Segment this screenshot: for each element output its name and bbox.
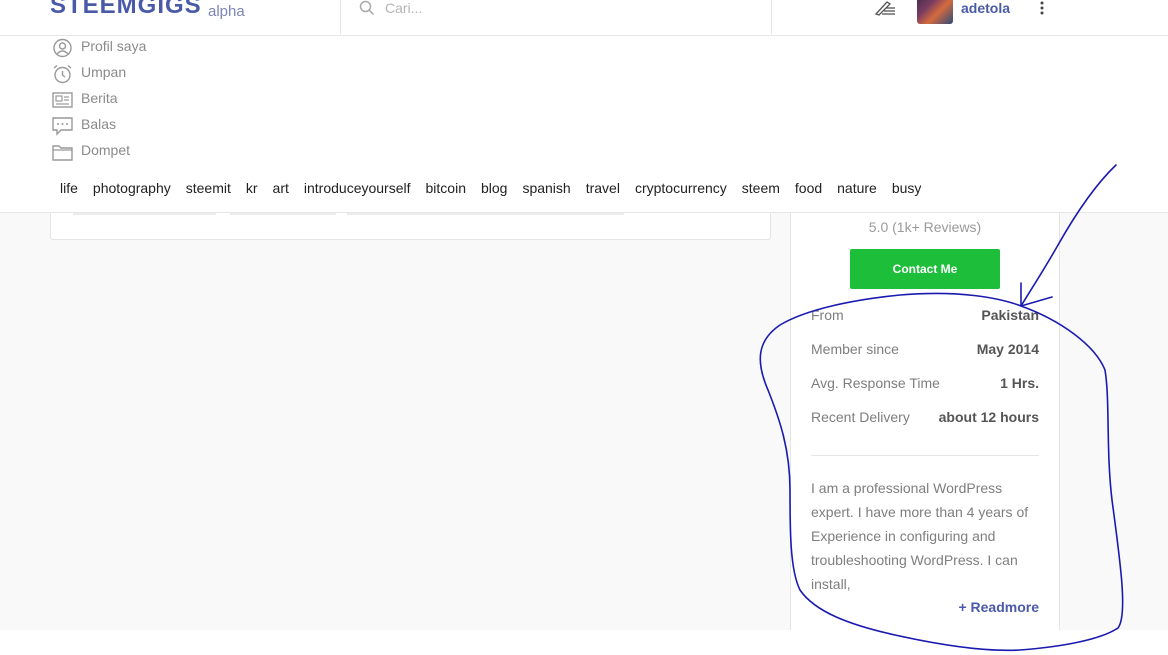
search-box	[340, 0, 772, 34]
tag-link[interactable]: blog	[481, 180, 507, 196]
response-time-value: 1 Hrs.	[1000, 375, 1039, 391]
from-label: From	[811, 307, 844, 323]
menu-label-wallet: Dompet	[81, 142, 131, 158]
seller-description: I am a professional WordPress expert. I …	[811, 480, 1029, 592]
menu-item-profile[interactable]: Profil saya	[52, 37, 212, 59]
tag-link[interactable]: art	[273, 180, 289, 196]
menu-label-feed: Umpan	[81, 64, 127, 80]
info-row-from: From Pakistan	[811, 307, 1039, 327]
menu-item-news[interactable]: Berita	[52, 89, 212, 111]
tag-link[interactable]: steemit	[186, 180, 231, 196]
profile-divider	[811, 455, 1039, 456]
avatar[interactable]	[917, 0, 953, 24]
tag-link[interactable]: cryptocurrency	[635, 180, 727, 196]
tag-link[interactable]: travel	[586, 180, 620, 196]
reply-icon	[52, 117, 73, 136]
search-input[interactable]	[383, 0, 747, 19]
contact-me-button[interactable]: Contact Me	[850, 249, 1000, 289]
username-link[interactable]: adetola	[961, 0, 1010, 16]
seller-profile-card: 5.0 (1k+ Reviews) Contact Me From Pakist…	[790, 213, 1060, 630]
readmore-link[interactable]: + Readmore	[958, 599, 1039, 615]
menu-label-replies: Balas	[81, 116, 117, 132]
recent-delivery-label: Recent Delivery	[811, 409, 910, 425]
response-time-label: Avg. Response Time	[811, 375, 940, 391]
tag-link[interactable]: food	[795, 180, 822, 196]
page-bottom	[0, 630, 1168, 655]
tag-link[interactable]: life	[60, 180, 78, 196]
info-row-member-since: Member since May 2014	[811, 341, 1039, 361]
news-icon	[52, 92, 73, 108]
tag-link[interactable]: introduceyourself	[304, 180, 411, 196]
menu-item-wallet[interactable]: Dompet	[52, 141, 212, 163]
write-post-icon[interactable]	[873, 0, 897, 16]
wallet-icon	[52, 145, 73, 161]
rating-summary: 5.0 (1k+ Reviews)	[868, 219, 982, 235]
search-icon	[359, 0, 375, 16]
tag-link[interactable]: kr	[246, 180, 258, 196]
top-header: STEEMGIGS alpha adetola	[0, 0, 1168, 36]
tag-link[interactable]: bitcoin	[426, 180, 466, 196]
profile-icon	[53, 38, 72, 58]
menu-item-replies[interactable]: Balas	[52, 115, 212, 137]
gig-content-card	[50, 213, 771, 240]
menu-label-news: Berita	[81, 90, 118, 106]
card-chip	[230, 213, 336, 215]
menu-item-feed[interactable]: Umpan	[52, 63, 212, 85]
card-chip	[347, 213, 624, 215]
menu-label-profile: Profil saya	[81, 38, 147, 54]
tag-bar: life photography steemit kr art introduceyour…	[60, 180, 1060, 200]
from-value: Pakistan	[981, 307, 1039, 323]
more-options-icon[interactable]	[1038, 0, 1046, 16]
tag-link[interactable]: nature	[837, 180, 877, 196]
info-row-response-time: Avg. Response Time 1 Hrs.	[811, 375, 1039, 395]
member-since-label: Member since	[811, 341, 899, 357]
clock-icon	[53, 64, 72, 84]
recent-delivery-value: about 12 hours	[938, 409, 1039, 425]
tag-link[interactable]: busy	[892, 180, 922, 196]
info-row-recent-delivery: Recent Delivery about 12 hours	[811, 409, 1039, 429]
logo-alpha-badge: alpha	[208, 3, 245, 20]
tag-link[interactable]: spanish	[522, 180, 570, 196]
tag-link[interactable]: photography	[93, 180, 171, 196]
tag-link[interactable]: steem	[742, 180, 780, 196]
member-since-value: May 2014	[976, 341, 1039, 357]
card-chip	[73, 213, 216, 215]
site-logo[interactable]: STEEMGIGS	[50, 0, 202, 20]
